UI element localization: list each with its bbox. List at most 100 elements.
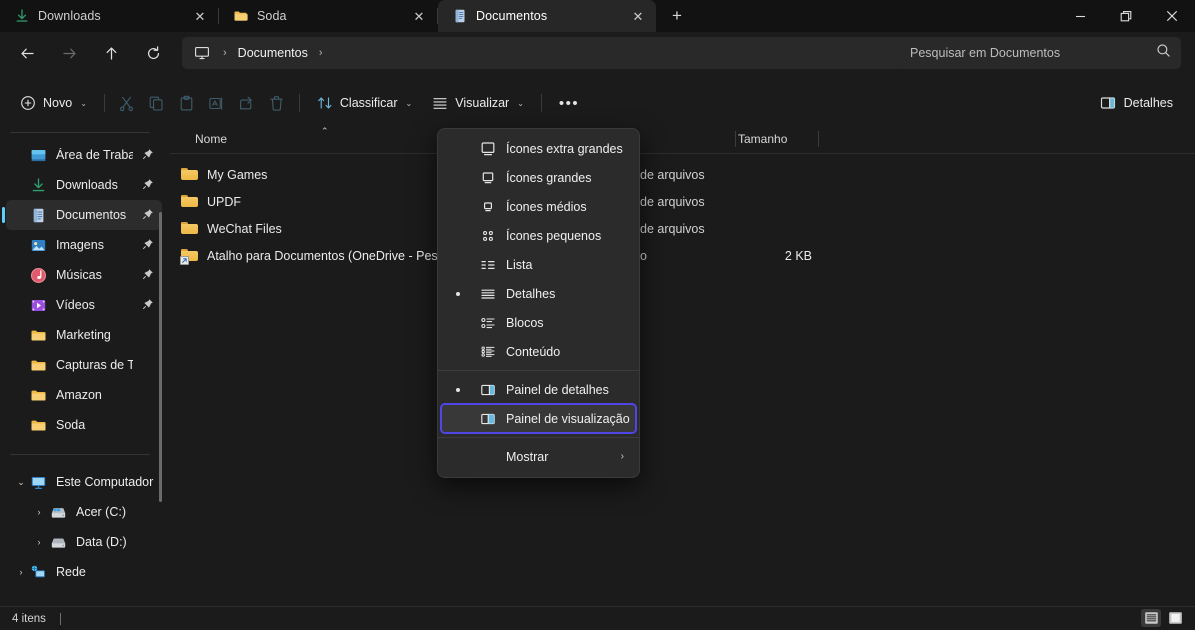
folder-icon (30, 387, 47, 404)
new-button[interactable]: Novo ⌄ (10, 88, 97, 118)
rename-button[interactable] (202, 88, 232, 118)
overflow-button[interactable]: ••• (549, 88, 589, 118)
menu-item-painel-de-detalhes[interactable]: Painel de detalhes (441, 375, 636, 404)
column-header-tamanho[interactable]: Tamanho (738, 124, 787, 154)
sidebar-item-data-d[interactable]: › Data (D:) (6, 527, 162, 557)
sidebar-item-este-computador[interactable]: ⌄ Este Computador (6, 467, 162, 497)
sidebar-item-marketing[interactable]: Marketing (6, 320, 162, 350)
sort-button-label: Classificar (339, 96, 398, 110)
sidebar-item-amazon[interactable]: Amazon (6, 380, 162, 410)
column-header-nome[interactable]: Nome (195, 124, 227, 154)
sidebar-item-label: Vídeos (56, 298, 95, 312)
desktop-icon (30, 147, 47, 164)
sidebar-item-acer-c[interactable]: › Acer (C:) (6, 497, 162, 527)
search-box[interactable] (896, 37, 1181, 69)
breadcrumb-current[interactable]: Documentos (238, 46, 308, 60)
breadcrumb[interactable]: › Documentos › (182, 37, 912, 69)
view-button[interactable]: Visualizar ⌄ (422, 88, 534, 118)
tab-soda[interactable]: Soda ✕ (219, 0, 437, 32)
details-pane-button[interactable]: Detalhes (1090, 88, 1183, 118)
chevron-right-icon[interactable]: › (32, 537, 46, 547)
sidebar-item-musicas[interactable]: Músicas (6, 260, 162, 290)
column-header-row: Nome ⌃ Tamanho (170, 124, 1195, 154)
delete-button[interactable] (262, 88, 292, 118)
sidebar-item-downloads[interactable]: Downloads (6, 170, 162, 200)
file-size-cell: 2 KB (784, 248, 812, 263)
search-input[interactable] (910, 46, 1130, 60)
chevron-right-icon[interactable]: › (14, 567, 28, 577)
sidebar-divider (10, 454, 150, 455)
close-button[interactable] (1149, 0, 1195, 32)
sidebar-item-area-de-trabalho[interactable]: Área de Trabalho (6, 140, 162, 170)
menu-item-blocos[interactable]: Blocos (441, 308, 636, 337)
sidebar-item-imagens[interactable]: Imagens (6, 230, 162, 260)
menu-item-label: Painel de visualização (506, 411, 630, 426)
forward-button[interactable] (52, 37, 86, 69)
breadcrumb-separator[interactable]: › (312, 47, 330, 59)
sidebar-item-capturas-de-tela[interactable]: Capturas de Tela (6, 350, 162, 380)
table-row[interactable]: WeChat Files de arquivos (170, 215, 1195, 242)
pin-icon (142, 208, 156, 223)
paste-button[interactable] (172, 88, 202, 118)
plus-circle-icon (21, 96, 35, 110)
sidebar-item-label: Downloads (56, 178, 118, 192)
sidebar-item-label: Este Computador (56, 475, 154, 489)
menu-item-label: Ícones extra grandes (506, 141, 623, 156)
maximize-button[interactable] (1103, 0, 1149, 32)
sidebar-item-rede[interactable]: › Rede (6, 557, 162, 587)
share-button[interactable] (232, 88, 262, 118)
details-view-toggle[interactable] (1141, 609, 1161, 627)
column-divider[interactable] (818, 131, 819, 147)
sidebar-scrollbar[interactable] (159, 212, 162, 502)
menu-item-icones-medios[interactable]: Ícones médios (441, 192, 636, 221)
file-type-cell: de arquivos (640, 167, 705, 182)
medium-icons-icon (479, 198, 497, 216)
menu-item-icones-extra-grandes[interactable]: Ícones extra grandes (441, 134, 636, 163)
sidebar-item-label: Marketing (56, 328, 111, 342)
back-button[interactable] (10, 37, 44, 69)
pin-icon (142, 238, 156, 253)
tab-close-icon[interactable]: ✕ (407, 4, 431, 28)
tab-close-icon[interactable]: ✕ (626, 4, 650, 28)
minimize-button[interactable] (1057, 0, 1103, 32)
file-name-cell: Atalho para Documentos (OneDrive - Pesso… (180, 242, 465, 269)
chevron-down-icon[interactable]: ⌄ (14, 477, 28, 488)
selected-dot-icon (456, 291, 460, 296)
menu-item-detalhes[interactable]: Detalhes (441, 279, 636, 308)
menu-item-icones-grandes[interactable]: Ícones grandes (441, 163, 636, 192)
chevron-right-icon[interactable]: › (32, 507, 46, 517)
details-pane-icon (1100, 97, 1115, 109)
table-row[interactable]: UPDF de arquivos (170, 188, 1195, 215)
navigation-pane: Área de Trabalho Downloads (0, 124, 168, 606)
xl-icons-icon (479, 140, 497, 158)
sidebar-item-videos[interactable]: Vídeos (6, 290, 162, 320)
menu-separator (438, 370, 639, 371)
breadcrumb-separator: › (223, 47, 227, 59)
new-tab-button[interactable]: + (662, 2, 692, 30)
menu-item-label: Conteúdo (506, 344, 561, 359)
menu-item-icones-pequenos[interactable]: Ícones pequenos (441, 221, 636, 250)
folder-icon (30, 327, 47, 344)
sort-button[interactable]: Classificar ⌄ (307, 88, 422, 118)
search-icon[interactable] (1156, 43, 1171, 63)
cut-button[interactable] (112, 88, 142, 118)
copy-button[interactable] (142, 88, 172, 118)
menu-item-painel-de-visualizacao[interactable]: Painel de visualização (440, 403, 637, 434)
pin-icon (142, 298, 156, 313)
column-divider[interactable] (735, 131, 736, 147)
large-icons-view-toggle[interactable] (1165, 609, 1185, 627)
table-row[interactable]: Atalho para Documentos (OneDrive - Pesso… (170, 242, 1195, 269)
tab-downloads[interactable]: Downloads ✕ (0, 0, 218, 32)
table-row[interactable]: My Games de arquivos (170, 161, 1195, 188)
view-toggle-group (1141, 609, 1185, 627)
tab-close-icon[interactable]: ✕ (188, 4, 212, 28)
sidebar-item-soda[interactable]: Soda (6, 410, 162, 440)
menu-item-conteudo[interactable]: Conteúdo (441, 337, 636, 366)
menu-item-lista[interactable]: Lista (441, 250, 636, 279)
toolbar-divider (540, 94, 542, 112)
menu-item-mostrar[interactable]: Mostrar › (441, 442, 636, 471)
tab-documentos[interactable]: Documentos ✕ (438, 0, 656, 32)
up-button[interactable] (94, 37, 128, 69)
refresh-button[interactable] (136, 37, 170, 69)
sidebar-item-documentos[interactable]: Documentos (2, 200, 162, 230)
